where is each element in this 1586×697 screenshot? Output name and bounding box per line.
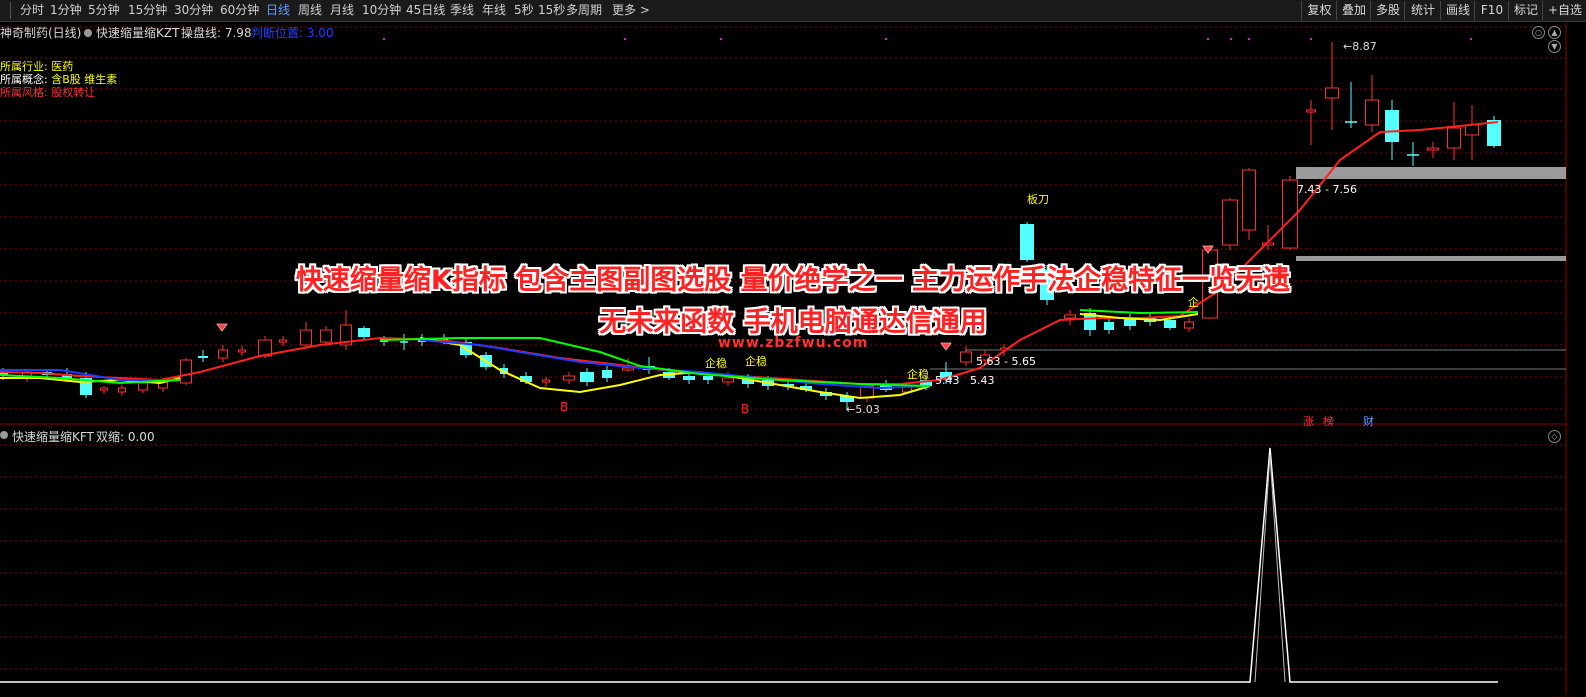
candle-body-62 bbox=[1242, 169, 1256, 231]
candle-body-68 bbox=[1365, 99, 1379, 126]
top-marker-5 bbox=[1230, 38, 1232, 40]
bang-badge[interactable]: 榜 bbox=[1323, 413, 1334, 429]
price-label-a: 5.43 bbox=[935, 374, 960, 387]
watermark-url: www.zbzfwu.com bbox=[718, 335, 869, 351]
top-marker-1 bbox=[624, 38, 626, 40]
stock-title: 神奇制药(日线) bbox=[0, 26, 82, 40]
top-marker-8 bbox=[1470, 38, 1472, 40]
style-label: 所属风格: bbox=[0, 86, 48, 99]
buy-signal-b-2: B bbox=[741, 402, 750, 416]
candle-body-28 bbox=[563, 375, 575, 381]
sub-indicator-value: 双缩: 0.00 bbox=[96, 430, 155, 444]
candle-body-30 bbox=[602, 370, 612, 378]
candle-body-7 bbox=[138, 382, 148, 391]
expand-arrow-icon[interactable]: ▼ bbox=[1548, 40, 1561, 53]
diamond-marker-1 bbox=[940, 342, 952, 351]
main-indicator-name[interactable]: 快速缩量缩KZT bbox=[96, 24, 179, 41]
top-marker-4 bbox=[1207, 38, 1209, 40]
cai-badge[interactable]: 财 bbox=[1363, 413, 1374, 429]
top-marker-7 bbox=[1310, 38, 1312, 40]
candle-body-61 bbox=[1222, 199, 1238, 246]
promo-line-1: 快速缩量缩K指标 包含主图副图选股 量价绝学之一 主力运作手法企稳特征一览无遗 bbox=[295, 265, 1291, 296]
candle-body-11 bbox=[218, 349, 228, 359]
bandao-label: 板刀 bbox=[1027, 193, 1049, 206]
buy-signal-b-1: B bbox=[560, 400, 569, 414]
candle-body-72 bbox=[1447, 127, 1461, 149]
candle-body-51 bbox=[1020, 224, 1034, 260]
candle-body-31 bbox=[622, 367, 634, 371]
qiwen-label-2: 企稳 bbox=[745, 355, 767, 368]
price-label-b: 5.43 bbox=[970, 374, 995, 387]
candle-body-27 bbox=[542, 379, 550, 383]
top-marker-6 bbox=[1248, 38, 1250, 40]
promo-line-2: 无未来函数 手机电脑通达信通用 bbox=[599, 307, 987, 338]
candle-body-48 bbox=[960, 351, 972, 363]
candle-body-34 bbox=[683, 376, 695, 380]
candle-body-71 bbox=[1427, 147, 1439, 151]
sub-indicator-toggle-icon[interactable] bbox=[0, 428, 8, 442]
candle-body-14 bbox=[279, 339, 287, 343]
candle-body-66 bbox=[1325, 87, 1339, 99]
candle-body-10 bbox=[198, 356, 208, 358]
collapse-arrow-icon[interactable]: ▲ bbox=[1548, 26, 1561, 39]
candle-body-6 bbox=[118, 387, 126, 393]
range-label-low: 5.63 - 5.65 bbox=[976, 355, 1036, 368]
top-marker-3 bbox=[885, 38, 887, 40]
high-price-label: ←8.87 bbox=[1343, 40, 1377, 53]
top-marker-0 bbox=[383, 38, 385, 40]
candle-body-69 bbox=[1385, 110, 1399, 142]
sub-close-icon[interactable]: ◇ bbox=[1548, 430, 1561, 443]
candle-body-12 bbox=[238, 349, 246, 353]
operate-line-value: 操盘线: 7.98 bbox=[181, 26, 252, 40]
candle-body-29 bbox=[580, 372, 594, 382]
pressure-band-high bbox=[1296, 167, 1566, 179]
style-value: 股权转让 bbox=[51, 86, 96, 99]
double-shrink-line bbox=[0, 447, 1498, 683]
low-price-label: ←5.03 bbox=[846, 403, 880, 416]
zhang-badge[interactable]: 涨 bbox=[1303, 413, 1314, 429]
candle-body-73 bbox=[1465, 124, 1479, 136]
bottom-strip bbox=[0, 692, 1566, 697]
indicator-toggle-icon[interactable] bbox=[84, 26, 94, 37]
candle-body-65 bbox=[1306, 109, 1316, 113]
candle-body-9 bbox=[180, 359, 192, 384]
candle-body-5 bbox=[100, 387, 108, 391]
sub-indicator-name[interactable]: 快速缩量缩KFT bbox=[12, 428, 94, 445]
judge-position-value: 判断位置: 3.00 bbox=[251, 26, 334, 40]
qiwen-label-3: 企稳 bbox=[907, 368, 929, 381]
qiwen-label-1: 企稳 bbox=[705, 357, 727, 370]
style-row: 所属风格: 股权转让 bbox=[0, 84, 95, 100]
top-marker-2 bbox=[720, 38, 722, 40]
candle-body-36 bbox=[722, 377, 734, 383]
range-label-high: 7.43 - 7.56 bbox=[1297, 183, 1357, 196]
candle-body-35 bbox=[703, 376, 713, 380]
settings-circle-icon[interactable]: ○ bbox=[1532, 26, 1545, 39]
